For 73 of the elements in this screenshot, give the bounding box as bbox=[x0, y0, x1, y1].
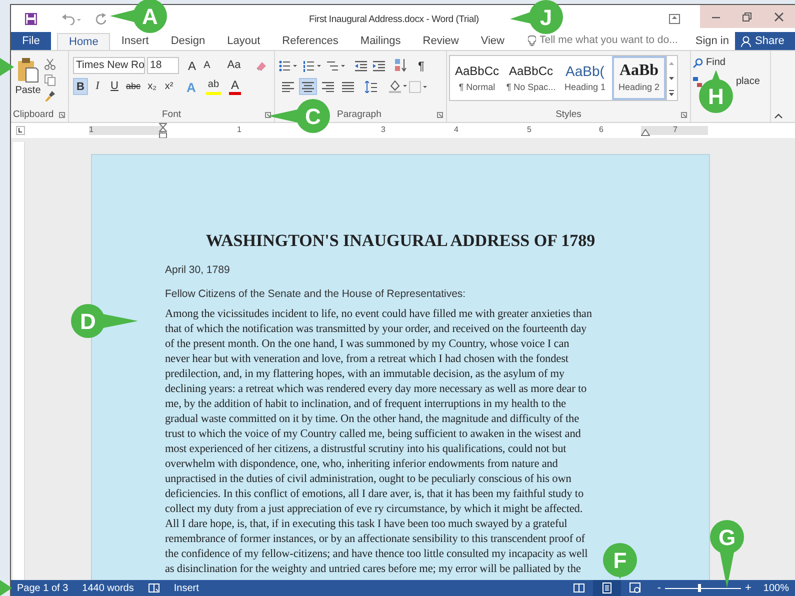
body-text-line: gradual waste committed on it by time. On the other hand, the magnitude and difficulty of the bbox=[165, 412, 580, 427]
grow-font-button[interactable]: A bbox=[185, 56, 199, 74]
body-text-line: me, by the addition of habit to inclination, and of frequent interruptions in my health to the bbox=[165, 397, 567, 412]
callout-marker: F bbox=[603, 543, 637, 579]
style-gallery-item[interactable]: AaBb( Heading 1 bbox=[558, 56, 612, 100]
ruler-number: 5 bbox=[527, 124, 532, 136]
sign-in-link[interactable]: Sign in bbox=[689, 32, 735, 50]
highlight-button[interactable]: ab bbox=[206, 78, 222, 95]
body-text-line: trust to which the voice of my Country called me, being sufficient to awaken in the wisest and bbox=[165, 427, 582, 442]
body-text-line: as disinclination for the weighty and untried cares before me; my error will be palliated by the bbox=[165, 562, 582, 577]
ribbon-tab[interactable]: Design bbox=[160, 32, 216, 50]
ruler-number: 7 bbox=[673, 124, 678, 136]
body-text-line: unpractised in the duties of civil administration, ought to be peculiarly conscious of his own bbox=[165, 472, 572, 487]
salutation-line: Fellow Citizens of the Senate and the House of Representatives: bbox=[165, 287, 466, 302]
group-label: Paragraph bbox=[337, 108, 382, 122]
document-heading: WASHINGTON'S INAUGURAL ADDRESS OF 1789 bbox=[204, 230, 596, 252]
body-text-line: never hear but with veneration and love, from a retreat which I had chosen with the fondest bbox=[165, 352, 570, 367]
format-button[interactable]: I bbox=[90, 78, 105, 95]
ruler-number: 1 bbox=[89, 124, 94, 136]
style-gallery-item[interactable]: AaBb Heading 2 bbox=[612, 56, 666, 100]
format-button[interactable]: abc bbox=[124, 78, 143, 95]
ruler-number: 4 bbox=[454, 124, 458, 136]
page-count[interactable]: Page 1 of 3 bbox=[17, 580, 68, 596]
style-gallery-item[interactable]: AaBbCc ¶ Normal bbox=[450, 56, 504, 100]
ribbon-tab[interactable]: Home bbox=[57, 33, 110, 51]
date-line: April 30, 1789 bbox=[165, 263, 230, 278]
font-size-field[interactable]: 18 bbox=[147, 57, 179, 74]
ribbon-tab[interactable]: Review bbox=[412, 32, 470, 50]
zoom-in-button[interactable]: + bbox=[744, 580, 752, 596]
ribbon-tab[interactable]: Mailings bbox=[349, 32, 412, 50]
replace-button[interactable]: place bbox=[736, 74, 760, 89]
ribbon-tab[interactable]: Insert bbox=[110, 32, 160, 50]
format-button[interactable]: x² bbox=[162, 78, 177, 95]
body-text-line: predilection, and, in my flattering hopes, with an immutable decision, as the asylum of my bbox=[165, 367, 566, 382]
zoom-level[interactable]: 100% bbox=[763, 580, 789, 596]
format-button[interactable]: U bbox=[107, 78, 122, 95]
file-tab[interactable]: File bbox=[11, 32, 51, 50]
share-button[interactable]: Share bbox=[735, 32, 795, 50]
ruler-number: 3 bbox=[381, 124, 386, 136]
ruler-number: 1 bbox=[237, 124, 242, 136]
zoom-out-button[interactable]: - bbox=[657, 580, 661, 596]
format-button[interactable]: B bbox=[73, 78, 88, 95]
body-text-line: of the present month. On the one hand, I was summoned by my Country, whose voice I can bbox=[165, 337, 570, 352]
tell-me-field[interactable]: Tell me what you want to do... bbox=[540, 33, 680, 49]
body-text-line: the confidence of my fellow-citizens; and have thence too little consulted my incapacity as well bbox=[165, 547, 589, 562]
paste-button[interactable]: Paste bbox=[14, 57, 42, 108]
window-title: First Inaugural Address.docx - Word (Trial) bbox=[309, 13, 479, 27]
font-name-field[interactable]: Times New Ro bbox=[73, 57, 145, 74]
body-text-line: that of which the notification was transmitted by your order, and received on the fourteenth day bbox=[165, 322, 588, 337]
find-button[interactable]: Find bbox=[693, 55, 768, 70]
ribbon-tab[interactable]: References bbox=[271, 32, 350, 50]
format-button[interactable]: x₂ bbox=[144, 78, 160, 95]
body-text-line: Among the vicissitudes incident to life, no event could have filled me with greater anxieties than bbox=[165, 307, 592, 322]
font-color-button[interactable]: A bbox=[229, 78, 242, 95]
body-text-line: deficiencies. In this conflict of emotions, all I dare aver, is, that it has been my faithful study to bbox=[165, 487, 585, 502]
body-text-line: most experienced of her citizens, a distrustful scrutiny into his qualifications, could not but bbox=[165, 442, 568, 457]
body-text-line: declining years: a retreat which was rendered every day more necessary as well as more dear to bbox=[165, 382, 588, 397]
body-text-line: collect my duty from a just appreciation of eve ry circumstance, by which it might be affected. bbox=[165, 502, 584, 517]
group-label: Clipboard bbox=[13, 108, 54, 122]
show-formatting-button[interactable]: ¶ bbox=[418, 56, 424, 74]
group-label: Font bbox=[162, 108, 181, 122]
shrink-font-button[interactable]: A bbox=[201, 58, 213, 73]
word-count[interactable]: 1440 words bbox=[82, 580, 134, 596]
ribbon-tab[interactable]: Layout bbox=[216, 32, 272, 50]
body-text-line: All I dare hope, is, that, if in executing this task I have been too much swayed by a grateful bbox=[165, 517, 568, 532]
style-gallery-item[interactable]: AaBbCc ¶ No Spac... bbox=[504, 56, 558, 100]
ribbon-tab[interactable]: View bbox=[470, 32, 516, 50]
body-text-line: overwhelm with dispondence, one, who, inheriting inferior endowments from nature and bbox=[165, 457, 559, 472]
body-text-line: remembrance of former instances, or by an affectionate sensibility to this transcendent proof of bbox=[165, 532, 586, 547]
group-label: Styles bbox=[556, 108, 582, 122]
change-case-button[interactable]: Aa bbox=[223, 57, 245, 74]
input-mode[interactable]: Insert bbox=[174, 580, 199, 596]
ruler-number: 6 bbox=[599, 124, 604, 136]
